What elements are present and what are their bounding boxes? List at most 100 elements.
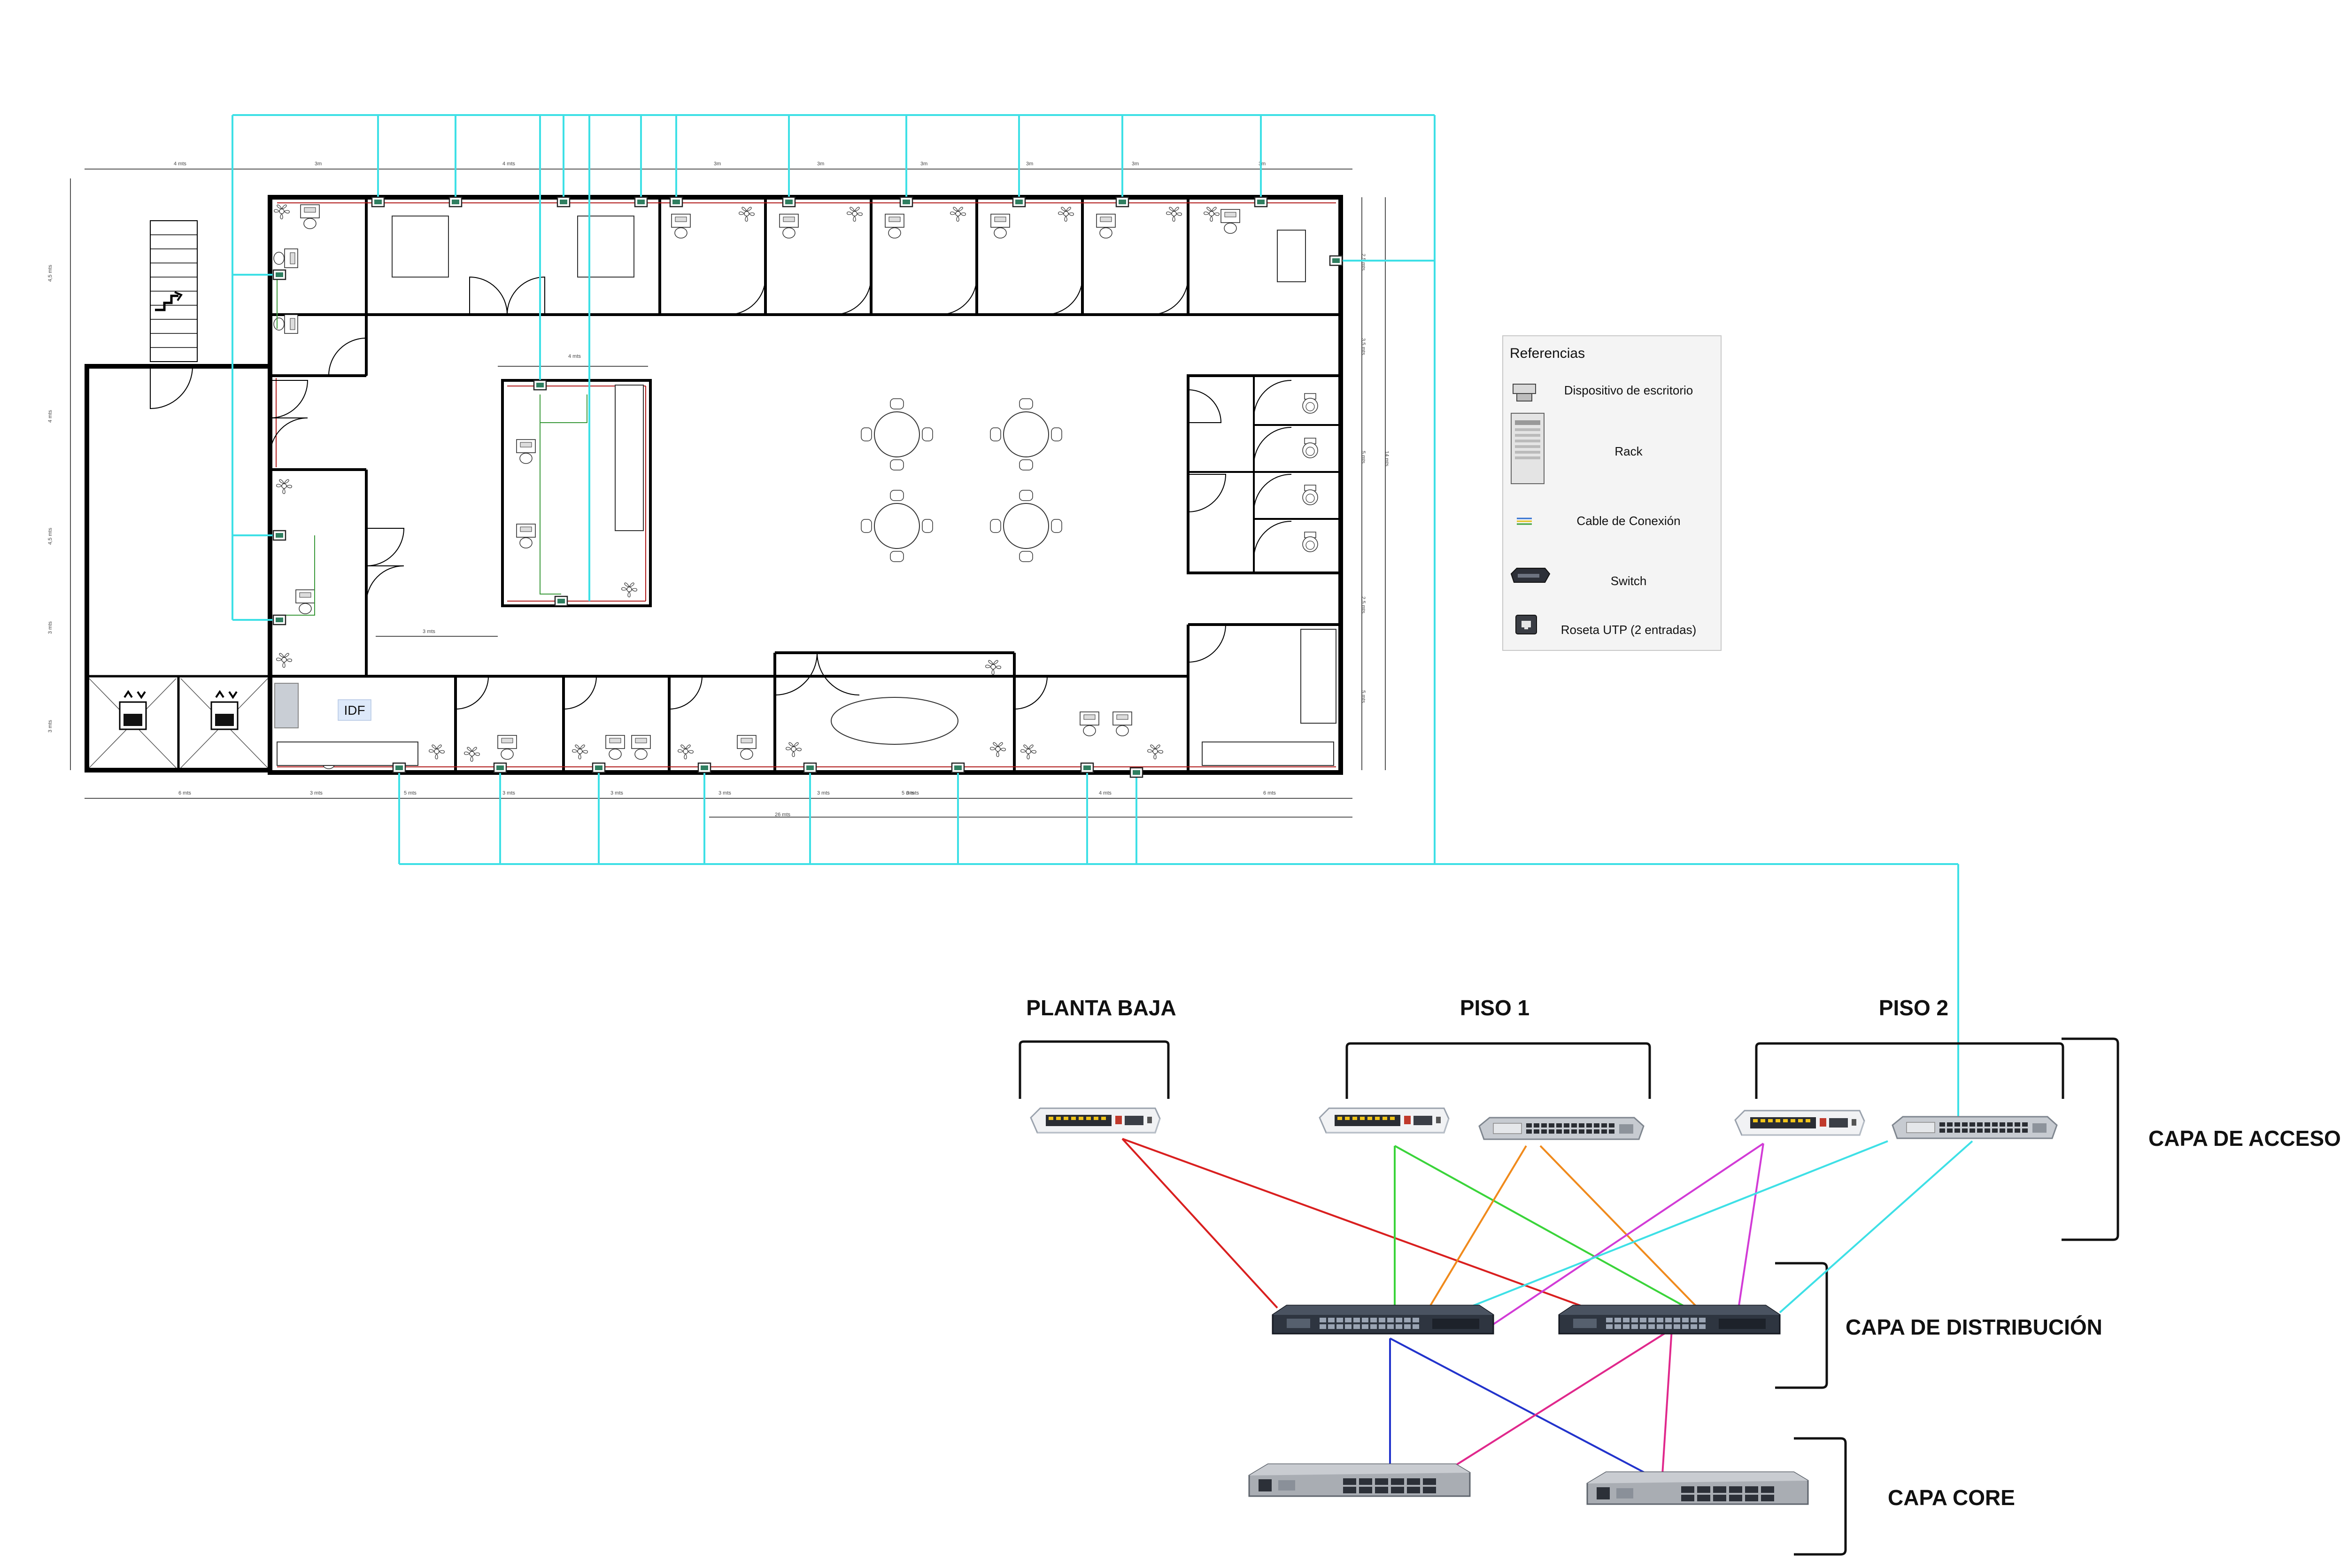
utp-outlet-icon: [371, 196, 385, 208]
utp-outlet-icon: [272, 530, 286, 541]
floor-heading-floor1: PISO 1: [1460, 996, 1529, 1020]
utp-outlet-icon: [272, 269, 286, 280]
dimension-label: 2,5 mts: [1360, 596, 1366, 614]
dimension-label: 3m: [714, 161, 721, 167]
network-topology: PLANTA BAJA PISO 1 PISO 2 CAPA DE ACCESO…: [1019, 996, 2341, 1556]
idf-label: IDF: [344, 703, 365, 718]
dimension-label: 3 mts: [423, 629, 435, 634]
utp-outlet-icon: [1329, 255, 1343, 266]
legend-item-label: Rack: [1614, 444, 1643, 458]
access-switch-ground[interactable]: [1030, 1107, 1161, 1134]
dimension-label: 3 mts: [47, 621, 53, 634]
utp-outlet-icon: [899, 196, 913, 208]
desktop-device-icon: [1513, 384, 1536, 402]
utp-outlet-icon: [493, 762, 507, 773]
dimension-label: 4,5 mts: [47, 527, 53, 545]
elevator-icon: [119, 690, 147, 730]
link-ground-dist1: [1121, 1138, 1278, 1309]
dimension-label: 3m: [1259, 161, 1266, 167]
kitchen-counter: [1202, 629, 1336, 766]
floor-heading-ground: PLANTA BAJA: [1026, 996, 1176, 1020]
rack-icon: [1511, 413, 1545, 484]
link-floor2a-dist2: [1737, 1143, 1764, 1315]
utp-outlet-icon: [669, 196, 683, 208]
distribution-switch-1[interactable]: [1272, 1305, 1494, 1335]
round-tables: [861, 398, 1062, 562]
layer-label-access: CAPA DE ACCESO: [2148, 1126, 2341, 1151]
access-switch-floor2-b[interactable]: [1892, 1116, 2058, 1139]
dimension-label: 4 mts: [568, 354, 581, 359]
dimension-label: 3m: [1026, 161, 1033, 167]
access-switch-floor1-a[interactable]: [1319, 1107, 1450, 1134]
dimension-label: 4 mts: [502, 161, 515, 167]
dimension-label: 5 mts: [902, 790, 914, 796]
dimension-label: 5 mts: [1360, 451, 1366, 463]
plants: [274, 204, 1220, 762]
utp-outlet-icon: [556, 196, 571, 208]
utp-outlet-icon: [803, 762, 817, 773]
utp-outlet-icon: [697, 762, 711, 773]
access-switch-floor1-b[interactable]: [1478, 1117, 1645, 1140]
stairwell: [150, 220, 198, 362]
dimension-label: 3 mts: [718, 790, 731, 796]
switch-icon: [1510, 568, 1551, 583]
dimension-label: 3m: [920, 161, 927, 167]
link-dist2-core1: [1455, 1328, 1673, 1466]
utp-outlet-icon: [1012, 196, 1026, 208]
utp-outlet-icon: [533, 379, 547, 391]
dimension-label: 3 mts: [817, 790, 830, 796]
dimension-label: 4 mts: [47, 410, 53, 423]
red-wall-lines: [276, 202, 1336, 767]
utp-outlet-icon: [1515, 615, 1537, 634]
legend: Referencias Dispositivo de escritorio Ra…: [1502, 335, 1722, 651]
core-switch-1[interactable]: [1248, 1463, 1471, 1497]
link-ground-dist2: [1122, 1138, 1607, 1316]
legend-item-label: Dispositivo de escritorio: [1564, 383, 1693, 397]
network-diagram-canvas: 4 mts 3m 4 mts 3m 3m 3m 3m 3m 3m 4 mts 4…: [47, 114, 2341, 1556]
dimension-label: 4,5 mts: [47, 264, 53, 282]
utp-outlet-icon: [448, 196, 463, 208]
dimension-label: 4 mts: [1099, 790, 1112, 796]
dimension-label: 14 mts: [1384, 451, 1390, 467]
building-walls: [268, 195, 1343, 775]
legend-item-label: Cable de Conexión: [1576, 514, 1680, 528]
utp-outlet-icon: [272, 614, 286, 626]
link-dist2-core2: [1661, 1329, 1673, 1475]
floor-heading-floor2: PISO 2: [1879, 996, 1948, 1020]
office-desks: [273, 204, 1297, 769]
dimension-label: 3m: [817, 161, 824, 167]
legend-title: Referencias: [1510, 346, 1585, 361]
link-dist1-core2: [1390, 1337, 1649, 1475]
workstation-counters: [277, 216, 1306, 766]
access-switch-floor2-a[interactable]: [1734, 1110, 1865, 1136]
utp-outlet-icon: [951, 762, 965, 773]
layer-label-distribution: CAPA DE DISTRIBUCIÓN: [1846, 1315, 2102, 1339]
idf-room: IDF: [274, 683, 371, 728]
dimension-label: 6 mts: [178, 790, 191, 796]
distribution-switch-2[interactable]: [1558, 1305, 1781, 1335]
utp-outlet-icon: [592, 762, 606, 773]
link-floor2a-dist1: [1492, 1143, 1764, 1325]
meeting-table: [831, 697, 958, 745]
stair-door-swing: [150, 366, 193, 409]
dimension-label: 26 mts: [775, 812, 791, 818]
dimension-label: 2,5 mts: [1360, 254, 1366, 271]
utp-outlet-icon: [1080, 762, 1094, 773]
utp-outlet-icon: [554, 595, 568, 607]
utp-outlet-icon: [1115, 196, 1129, 208]
utp-outlet-icon: [392, 762, 406, 773]
layer-label-core: CAPA CORE: [1888, 1485, 2015, 1510]
legend-item-label: Switch: [1611, 574, 1647, 588]
dimension-label: 3 mts: [502, 790, 515, 796]
link-floor1b-dist2: [1539, 1145, 1701, 1311]
dimension-label: 5 mts: [1360, 690, 1366, 703]
dimension-label: 3m: [1132, 161, 1139, 167]
legend-item-label: Roseta UTP (2 entradas): [1561, 623, 1697, 637]
utp-outlet-icon: [782, 196, 796, 208]
links: [1121, 1138, 1973, 1475]
utp-outlet-icon: [1129, 767, 1143, 778]
core-switch-2[interactable]: [1586, 1471, 1809, 1505]
utp-outlet-icon: [1254, 196, 1268, 208]
dimension-label: 3 mts: [47, 720, 53, 733]
dimension-label: 3,5 mts: [1360, 338, 1366, 355]
